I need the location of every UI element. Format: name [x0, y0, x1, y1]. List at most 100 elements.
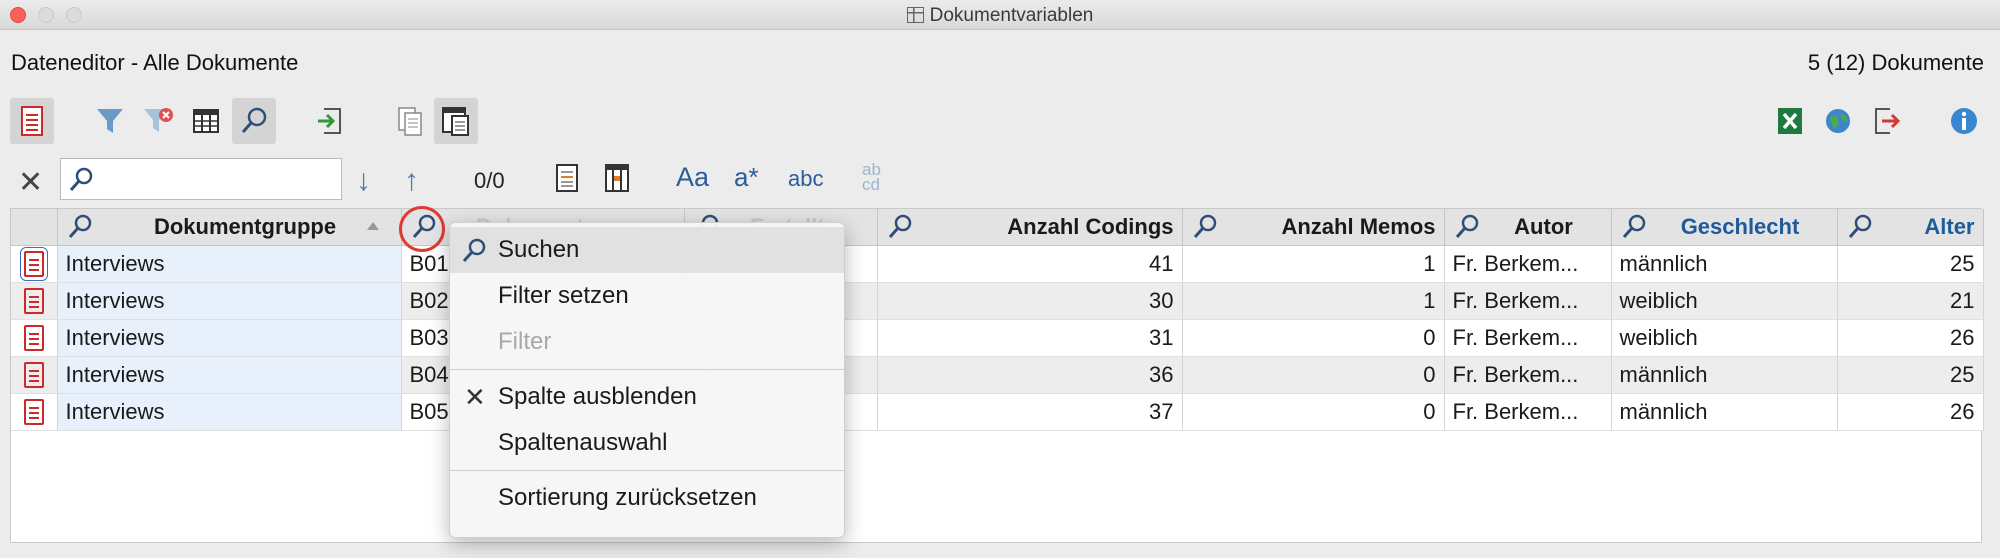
window-title: Dokumentvariablen	[0, 5, 2000, 27]
menu-separator	[450, 470, 844, 471]
export-button[interactable]	[1864, 98, 1908, 144]
cell-gender[interactable]: weiblich	[1611, 282, 1838, 320]
cell-author[interactable]: Fr. Berkem...	[1444, 393, 1612, 431]
replace-button[interactable]: ab cd	[862, 161, 896, 193]
document-count: 5 (12) Dokumente	[1807, 50, 1984, 75]
cell-author[interactable]: Fr. Berkem...	[1444, 282, 1612, 320]
cell-age[interactable]: 26	[1837, 319, 1984, 357]
doc-list-button[interactable]	[434, 98, 478, 144]
table-row[interactable]: Interviews B03 15.01.17 12:32 31 0 Fr. B…	[11, 319, 1984, 357]
menu-item-filter: Filter	[498, 328, 552, 355]
filter-button[interactable]	[88, 98, 132, 144]
search-icon[interactable]	[66, 213, 94, 241]
search-icon[interactable]	[1846, 213, 1874, 241]
import-icon	[318, 108, 341, 134]
document-icon[interactable]	[23, 288, 44, 315]
next-result-button[interactable]: ↓	[356, 164, 371, 198]
excel-export-button[interactable]	[1768, 98, 1812, 144]
menu-item-reset-sorting[interactable]: Sortierung zurücksetzen	[450, 475, 844, 521]
title-bar: Dokumentvariablen	[0, 0, 2000, 30]
filter-icon	[97, 109, 123, 133]
cell-codings[interactable]: 41	[877, 245, 1183, 283]
cell-group[interactable]: Interviews	[57, 319, 402, 357]
document-type-cell[interactable]	[11, 245, 58, 283]
table-row[interactable]: Interviews B01 15.01.17 12:32 41 1 Fr. B…	[11, 245, 1984, 283]
cell-age[interactable]: 21	[1837, 282, 1984, 320]
cell-memos[interactable]: 1	[1182, 282, 1445, 320]
table-row[interactable]: Interviews B04 15.01.17 12:32 36 0 Fr. B…	[11, 356, 1984, 394]
search-icon[interactable]	[1620, 213, 1648, 241]
cell-codings[interactable]: 30	[877, 282, 1183, 320]
column-context-menu: Suchen Filter setzen Filter ✕ Spalte aus…	[449, 222, 845, 538]
table-search-button[interactable]	[602, 162, 632, 199]
cell-memos[interactable]: 0	[1182, 319, 1445, 357]
cell-gender[interactable]: weiblich	[1611, 319, 1838, 357]
document-icon[interactable]	[23, 362, 44, 389]
search-input[interactable]	[101, 165, 331, 193]
column-header-memos[interactable]: Anzahl Memos	[1182, 209, 1445, 246]
cell-group[interactable]: Interviews	[57, 282, 402, 320]
import-button[interactable]	[308, 98, 352, 144]
previous-result-button[interactable]: ↑	[404, 164, 419, 198]
clear-filter-button[interactable]	[136, 98, 180, 144]
sort-ascending-icon	[366, 222, 379, 230]
menu-item-column-selection[interactable]: Spaltenauswahl	[450, 420, 844, 466]
document-type-cell[interactable]	[11, 319, 58, 357]
search-toggle-button[interactable]	[232, 98, 276, 144]
table-row[interactable]: Interviews B02 15.01.17 12:32 30 1 Fr. B…	[11, 282, 1984, 320]
cell-author[interactable]: Fr. Berkem...	[1444, 245, 1612, 283]
close-search-button[interactable]: ✕	[18, 165, 43, 200]
column-header-group[interactable]: Dokumentgruppe	[57, 209, 402, 246]
whole-word-button[interactable]: abc	[788, 166, 823, 192]
search-icon[interactable]	[1453, 213, 1481, 241]
menu-item-hide-column[interactable]: ✕ Spalte ausblenden	[450, 374, 844, 420]
cell-codings[interactable]: 37	[877, 393, 1183, 431]
cell-memos[interactable]: 0	[1182, 393, 1445, 431]
column-header-icon[interactable]	[11, 209, 58, 246]
search-icon[interactable]	[1191, 213, 1219, 241]
cell-gender[interactable]: männlich	[1611, 393, 1838, 431]
column-header-gender[interactable]: Geschlecht	[1611, 209, 1838, 246]
cell-age[interactable]: 26	[1837, 393, 1984, 431]
cell-memos[interactable]: 0	[1182, 356, 1445, 394]
document-type-cell[interactable]	[11, 282, 58, 320]
cell-group[interactable]: Interviews	[57, 393, 402, 431]
match-case-button[interactable]: Aa	[676, 162, 709, 193]
document-icon[interactable]	[19, 247, 48, 281]
column-header-age[interactable]: Alter	[1837, 209, 1984, 246]
cell-age[interactable]: 25	[1837, 245, 1984, 283]
cell-group[interactable]: Interviews	[57, 245, 402, 283]
document-type-cell[interactable]	[11, 393, 58, 431]
search-icon[interactable]	[886, 213, 914, 241]
menu-item-set-filter[interactable]: Filter setzen	[450, 273, 844, 319]
column-search-button[interactable]	[552, 162, 582, 199]
table-row[interactable]: Interviews B05 15.01.17 12:32 37 0 Fr. B…	[11, 393, 1984, 431]
column-header-codings[interactable]: Anzahl Codings	[877, 209, 1183, 246]
regex-button[interactable]: a*	[734, 162, 759, 193]
doc-view-button[interactable]	[388, 98, 432, 144]
cell-memos[interactable]: 1	[1182, 245, 1445, 283]
menu-item-search[interactable]: Suchen	[450, 227, 844, 273]
info-button[interactable]	[1942, 98, 1986, 144]
search-icon[interactable]	[410, 213, 438, 241]
cell-age[interactable]: 25	[1837, 356, 1984, 394]
web-export-button[interactable]	[1816, 98, 1860, 144]
search-field[interactable]	[60, 158, 342, 200]
cell-gender[interactable]: männlich	[1611, 245, 1838, 283]
cell-codings[interactable]: 36	[877, 356, 1183, 394]
doc-list-icon	[442, 107, 469, 136]
cell-author[interactable]: Fr. Berkem...	[1444, 319, 1612, 357]
document-type-cell[interactable]	[11, 356, 58, 394]
cell-codings[interactable]: 31	[877, 319, 1183, 357]
document-icon[interactable]	[23, 325, 44, 352]
column-header-author[interactable]: Autor	[1444, 209, 1612, 246]
cell-group[interactable]: Interviews	[57, 356, 402, 394]
globe-icon	[1826, 109, 1850, 133]
document-button[interactable]	[10, 98, 54, 144]
columns-button[interactable]	[184, 98, 228, 144]
cell-gender[interactable]: männlich	[1611, 356, 1838, 394]
cell-author[interactable]: Fr. Berkem...	[1444, 356, 1612, 394]
excel-icon	[1778, 108, 1802, 134]
document-icon[interactable]	[23, 399, 44, 426]
search-icon	[462, 238, 486, 262]
